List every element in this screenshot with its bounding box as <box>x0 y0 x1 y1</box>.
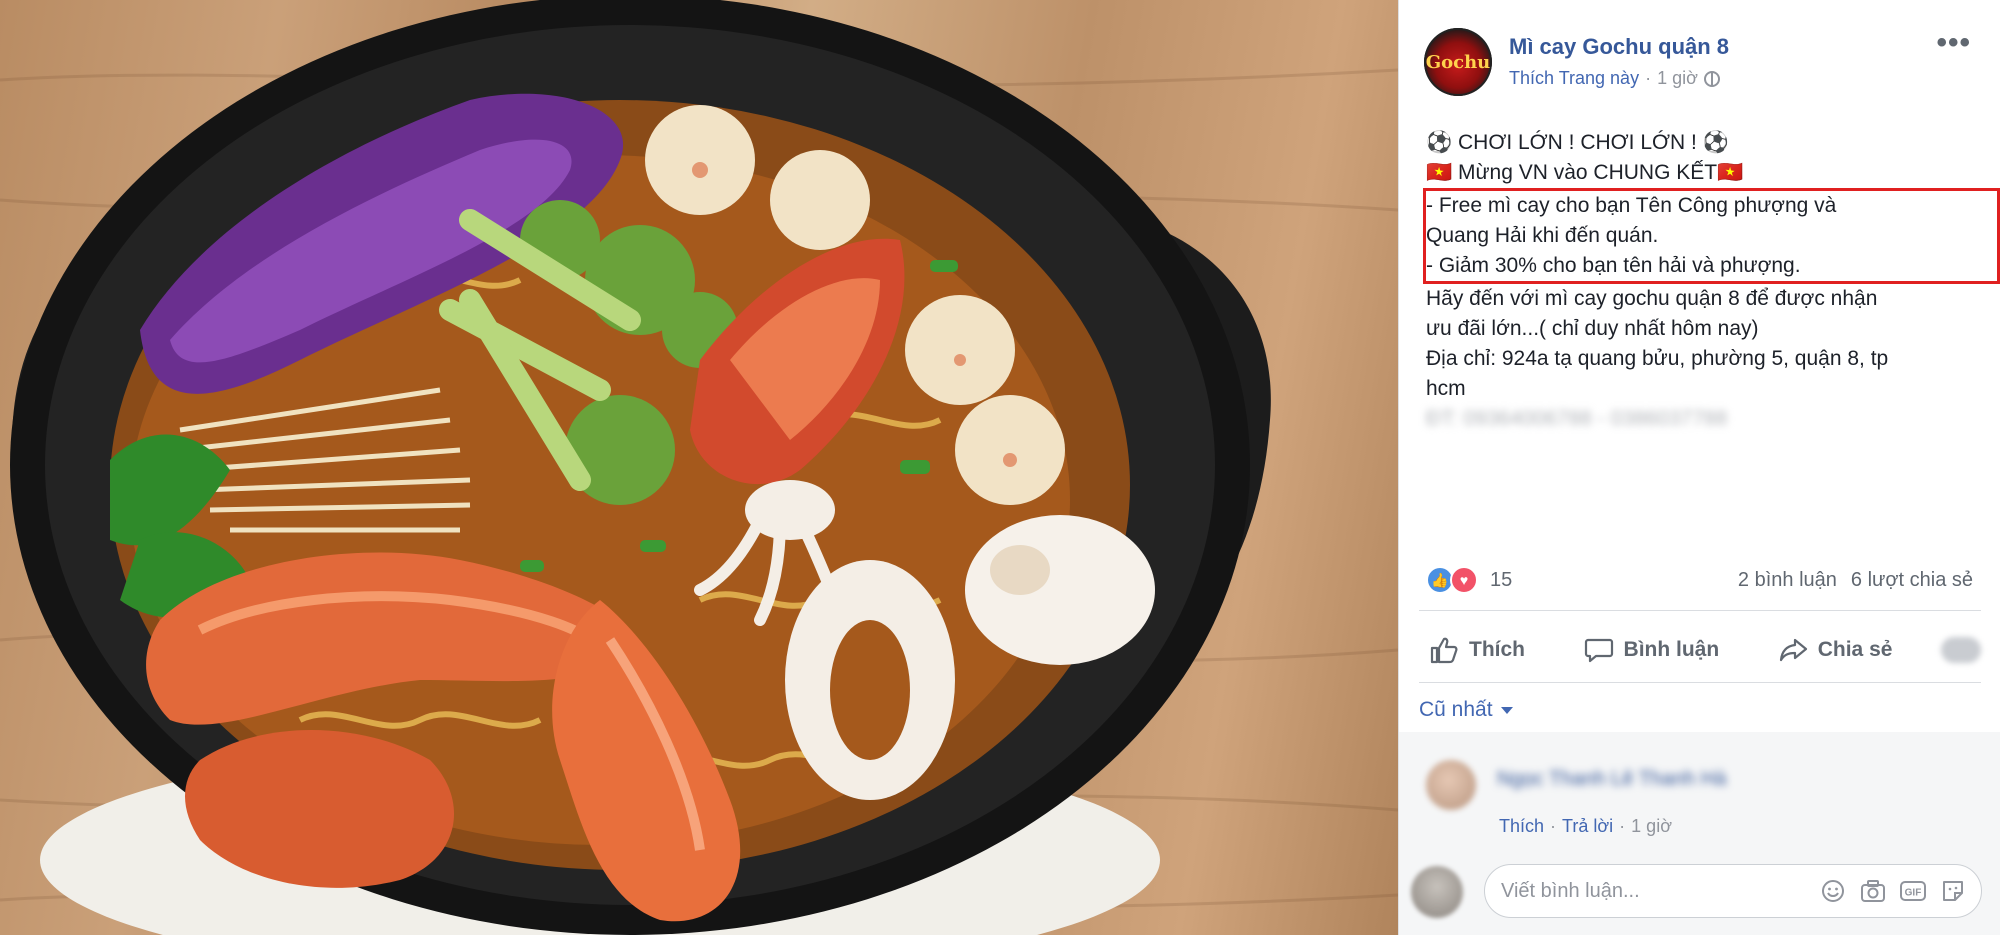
post-line: - Free mì cay cho bạn Tên Công phượng và <box>1426 194 1837 217</box>
post-line: 🇻🇳 Mừng VN vào CHUNG KẾT🇻🇳 <box>1426 161 1744 184</box>
comment-reply-link[interactable]: Trả lời <box>1562 816 1613 837</box>
commenter-name[interactable]: Ngọc Thanh Lê Thanh Hà <box>1497 768 1726 791</box>
post-as-selector[interactable] <box>1940 637 1981 663</box>
post-timestamp[interactable]: 1 giờ <box>1657 68 1698 89</box>
thumbs-up-icon <box>1430 637 1458 664</box>
speech-bubble-icon <box>1584 638 1613 663</box>
commenter-avatar[interactable] <box>1426 760 1476 810</box>
page-name-link[interactable]: Mì cay Gochu quận 8 <box>1509 34 1729 60</box>
post-viewer: Gochu Mì cay Gochu quận 8 Thích Trang nà… <box>0 0 2000 935</box>
current-user-avatar <box>1411 866 1463 918</box>
like-button[interactable]: Thích <box>1419 636 1535 664</box>
comment-timestamp[interactable]: 1 giờ <box>1631 816 1672 837</box>
reaction-count: 15 <box>1490 568 1513 591</box>
share-count-link[interactable]: 6 lượt chia sẻ <box>1851 569 1973 592</box>
composer-icons: GIF <box>1819 877 1967 905</box>
comment-separator: · <box>1550 816 1557 836</box>
post-panel: Gochu Mì cay Gochu quận 8 Thích Trang nà… <box>1398 0 2000 935</box>
gif-icon[interactable]: GIF <box>1899 877 1927 905</box>
post-line: ⚽ CHƠI LỚN ! CHƠI LỚN ! ⚽ <box>1426 131 1729 154</box>
meta-separator: · <box>1645 68 1652 88</box>
post-line: Quang Hải khi đến quán. <box>1426 224 1659 247</box>
comment-composer: GIF <box>1484 864 1982 918</box>
post-line: hcm <box>1426 377 1466 400</box>
blurred-phone-number: ĐT: 09364006788 - 0386037788 <box>1426 407 1728 430</box>
comment-sort-dropdown[interactable]: Cũ nhất <box>1419 698 1513 722</box>
comment-button[interactable]: Bình luận <box>1574 636 1730 664</box>
engagement-counts: 2 bình luận 6 lượt chia sẻ <box>1738 569 1973 592</box>
reaction-summary[interactable]: 👍 ♥ 15 <box>1426 566 1512 594</box>
comment-actions: Thích · Trả lời · 1 giờ <box>1499 816 1672 837</box>
globe-icon <box>1703 70 1720 87</box>
emoji-icon[interactable] <box>1819 877 1847 905</box>
more-options-icon[interactable]: ••• <box>1936 28 1971 58</box>
post-meta: Thích Trang này · 1 giờ <box>1509 68 1720 89</box>
divider <box>1419 682 1981 683</box>
comment-input[interactable] <box>1499 878 1819 904</box>
share-button[interactable]: Chia sẻ <box>1768 636 1903 664</box>
comment-like-link[interactable]: Thích <box>1499 816 1544 837</box>
like-label: Thích <box>1469 638 1525 661</box>
highlighted-offer-box: - Free mì cay cho bạn Tên Công phượng và… <box>1423 188 2000 284</box>
post-line: Hãy đến với mì cay gochu quận 8 để được … <box>1426 287 1878 310</box>
comment-count-link[interactable]: 2 bình luận <box>1738 569 1837 592</box>
love-reaction-icon: ♥ <box>1450 566 1478 594</box>
like-page-link[interactable]: Thích Trang này <box>1509 68 1639 89</box>
comment-label: Bình luận <box>1623 638 1720 661</box>
camera-icon[interactable] <box>1859 877 1887 905</box>
page-avatar[interactable]: Gochu <box>1424 28 1492 96</box>
post-photo[interactable] <box>0 0 1398 935</box>
svg-text:GIF: GIF <box>1905 888 1922 899</box>
post-line: - Giảm 30% cho bạn tên hải và phượng. <box>1426 254 1801 277</box>
share-arrow-icon <box>1779 638 1807 662</box>
post-action-bar: Thích Bình luận Chia sẻ <box>1419 620 1981 680</box>
noodle-pot-illustration <box>0 0 1398 935</box>
share-label: Chia sẻ <box>1817 638 1893 661</box>
comment-separator: · <box>1619 816 1626 836</box>
post-line: Địa chỉ: 924a tạ quang bửu, phường 5, qu… <box>1426 347 1889 370</box>
post-text: ⚽ CHƠI LỚN ! CHƠI LỚN ! ⚽ 🇻🇳 Mừng VN vào… <box>1423 128 2000 434</box>
sort-label: Cũ nhất <box>1419 698 1493 721</box>
avatar-logo-text: Gochu <box>1425 51 1491 73</box>
post-line: ưu đãi lớn...( chỉ duy nhất hôm nay) <box>1426 317 1759 340</box>
caret-down-icon <box>1500 706 1513 714</box>
divider <box>1419 610 1981 611</box>
sticker-icon[interactable] <box>1939 877 1967 905</box>
